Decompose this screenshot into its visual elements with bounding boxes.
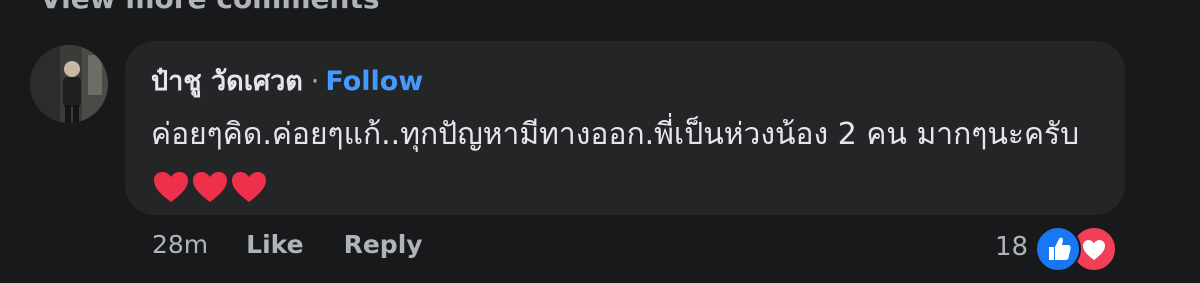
heart-emoji-icon <box>232 171 266 202</box>
reaction-icons <box>1035 224 1118 272</box>
reaction-count: 18 <box>995 232 1029 262</box>
comment-author-name[interactable]: ป๋าชู วัดเศวต <box>151 66 303 97</box>
comment-body: ค่อยๆคิด.ค่อยๆแก้..ทุกปัญหามีทางออก.พี่เ… <box>151 111 1091 209</box>
comment-actions: 28m Like Reply <box>152 230 423 259</box>
view-more-comments-link[interactable]: View more comments <box>40 0 380 15</box>
heart-emoji-icon <box>154 171 188 202</box>
comment-header: ป๋าชู วัดเศวต · Follow <box>151 67 423 97</box>
avatar-image <box>30 45 108 123</box>
comment-text: ค่อยๆคิด.ค่อยๆแก้..ทุกปัญหามีทางออก.พี่เ… <box>151 117 1080 152</box>
avatar[interactable] <box>30 45 108 123</box>
like-button[interactable]: Like <box>246 230 303 259</box>
comment-timestamp[interactable]: 28m <box>152 230 208 259</box>
comment-bubble: ป๋าชู วัดเศวต · Follow ค่อยๆคิด.ค่อยๆแก้..… <box>125 41 1125 215</box>
reply-button[interactable]: Reply <box>344 230 423 259</box>
like-reaction-icon <box>1035 226 1082 272</box>
heart-emoji-icon <box>193 171 227 202</box>
separator-dot: · <box>310 66 320 97</box>
heart-emoji-group <box>153 162 270 209</box>
reaction-summary[interactable]: 18 <box>995 224 1118 272</box>
follow-button[interactable]: Follow <box>325 66 423 97</box>
